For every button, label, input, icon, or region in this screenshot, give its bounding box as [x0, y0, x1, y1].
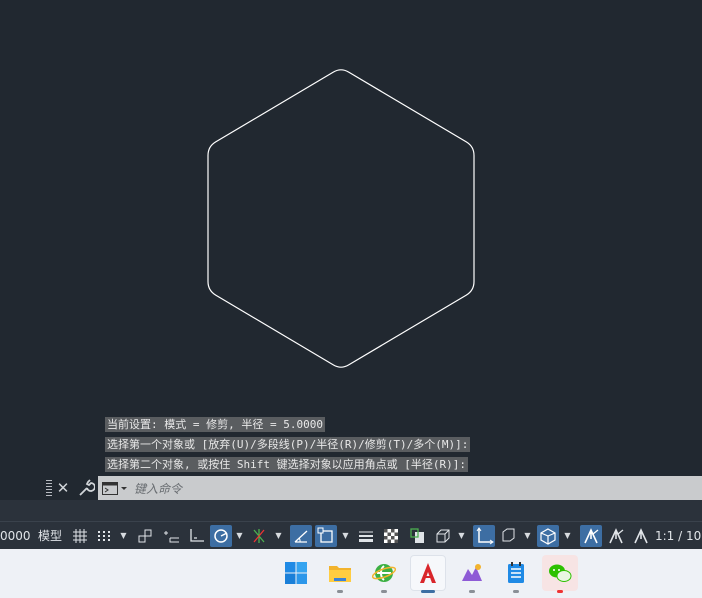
autocad-icon[interactable] [410, 555, 446, 593]
infer-constraints-icon[interactable] [134, 525, 156, 547]
object-snap-icon[interactable] [315, 525, 337, 547]
app-icon[interactable] [454, 555, 490, 593]
command-input-container [98, 476, 702, 500]
chevron-down-icon[interactable]: ▼ [340, 525, 351, 547]
command-history-line: 选择第二个对象, 或按住 Shift 键选择对象以应用角点或 [半径(R)]: [105, 457, 468, 472]
object-snap-tracking-icon[interactable] [290, 525, 312, 547]
active-indicator [421, 590, 435, 593]
selection-filter-icon[interactable] [497, 525, 519, 547]
running-indicator [469, 590, 475, 593]
notification-indicator [557, 590, 563, 593]
snap-icon[interactable] [94, 525, 114, 547]
annotation-scale-readout[interactable]: 1:1 / 100% [655, 525, 702, 547]
coordinates-readout: 0000 [0, 529, 31, 543]
wechat-icon[interactable] [542, 555, 578, 593]
windows-start-icon[interactable] [278, 555, 314, 591]
command-bar: ✕ [0, 476, 702, 500]
autoscale-icon[interactable] [605, 525, 627, 547]
dynamic-ucs-icon[interactable] [473, 525, 495, 547]
chevron-down-icon[interactable]: ▼ [562, 525, 573, 547]
lineweight-icon[interactable] [355, 525, 377, 547]
chevron-down-icon[interactable]: ▼ [273, 525, 284, 547]
file-explorer-icon[interactable] [322, 555, 358, 593]
polar-tracking-icon[interactable] [210, 525, 232, 547]
command-history-line: 选择第一个对象或 [放弃(U)/多段线(P)/半径(R)/修剪(T)/多个(M)… [105, 437, 471, 452]
layout-tabs-area [0, 500, 702, 521]
notepad-icon[interactable] [498, 555, 534, 593]
running-indicator [337, 590, 343, 593]
chevron-down-icon[interactable]: ▼ [522, 525, 533, 547]
running-indicator [381, 590, 387, 593]
isodraft-icon[interactable] [248, 525, 270, 547]
model-space-button[interactable]: 模型 [34, 525, 66, 547]
annotation-scale-icon[interactable] [630, 525, 652, 547]
command-history-line: 当前设置: 模式 = 修剪, 半径 = 5.0000 [105, 417, 325, 432]
close-icon[interactable]: ✕ [54, 478, 72, 498]
running-indicator [513, 590, 519, 593]
windows-taskbar [0, 549, 702, 598]
drag-grip-icon[interactable] [46, 480, 52, 496]
command-input[interactable] [132, 478, 696, 500]
transparency-icon[interactable] [380, 525, 402, 547]
wrench-icon[interactable] [77, 478, 96, 498]
ortho-icon[interactable] [186, 525, 208, 547]
browser-icon[interactable] [366, 555, 402, 593]
selection-cycling-icon[interactable] [406, 525, 428, 547]
grid-icon[interactable] [70, 525, 90, 547]
3d-object-snap-icon[interactable] [432, 525, 454, 547]
chevron-down-icon[interactable]: ▼ [234, 525, 245, 547]
chevron-down-icon[interactable]: ▼ [456, 525, 467, 547]
gizmo-icon[interactable] [537, 525, 559, 547]
chevron-down-icon[interactable]: ▼ [118, 525, 129, 547]
annotation-visibility-icon[interactable] [580, 525, 602, 547]
dynamic-input-icon[interactable] [160, 525, 182, 547]
command-prompt-icon[interactable] [102, 481, 128, 495]
status-bar: 0000 模型 ▼ ▼ ▼ ▼ ▼ ▼ ▼ 1:1 / 10 [0, 521, 702, 550]
